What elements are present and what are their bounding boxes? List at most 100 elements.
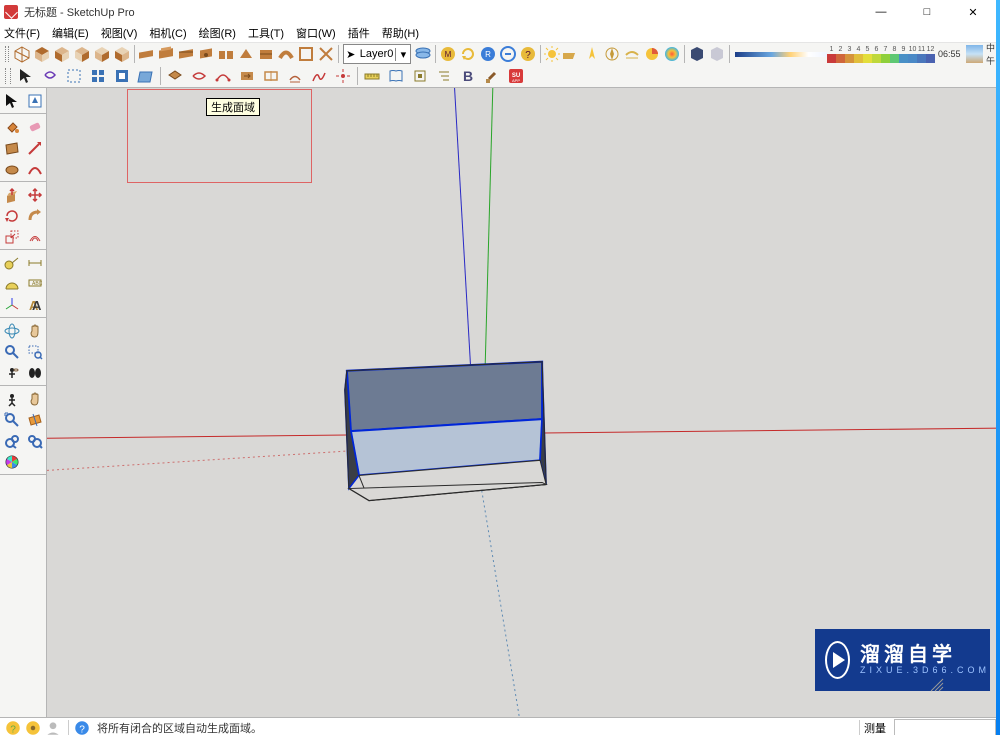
- menu-window[interactable]: 窗口(W): [296, 25, 336, 41]
- move-tool[interactable]: [24, 184, 45, 205]
- plugin-r[interactable]: R: [479, 44, 497, 64]
- color-wheel-tool[interactable]: [1, 451, 22, 472]
- plugin-b[interactable]: B: [457, 66, 479, 86]
- paint-bucket-tool[interactable]: [1, 116, 22, 137]
- month-swatch-11[interactable]: 11: [917, 45, 926, 63]
- reverse-face-icon[interactable]: [236, 66, 258, 86]
- explode-icon[interactable]: [332, 66, 354, 86]
- follow-me-tool[interactable]: [24, 205, 45, 226]
- iso-view-icon[interactable]: [13, 44, 31, 64]
- orient-face-icon[interactable]: [260, 66, 282, 86]
- layer-manager-icon[interactable]: [414, 44, 432, 64]
- month-swatch-3[interactable]: 3: [845, 45, 854, 63]
- plugin-tool-2[interactable]: [157, 44, 175, 64]
- circle-tool[interactable]: [1, 158, 22, 179]
- position-camera-tool[interactable]: [1, 388, 22, 409]
- plugin-tool-8[interactable]: [277, 44, 295, 64]
- sel-all-icon[interactable]: [87, 66, 109, 86]
- zoom-extents-tool[interactable]: [1, 409, 22, 430]
- plugin-tool-6[interactable]: [237, 44, 255, 64]
- help-icon[interactable]: ?: [4, 719, 22, 735]
- menu-tools[interactable]: 工具(T): [248, 25, 284, 41]
- intersect-icon[interactable]: [188, 66, 210, 86]
- plugin-link[interactable]: [499, 44, 517, 64]
- month-swatch-1[interactable]: 1: [827, 45, 836, 63]
- rectangle-tool[interactable]: [1, 137, 22, 158]
- top-view-icon[interactable]: [33, 44, 51, 64]
- offset-tool[interactable]: [24, 226, 45, 247]
- walk-tool[interactable]: [24, 362, 45, 383]
- pushpull-tool[interactable]: [1, 184, 22, 205]
- plugin-tool-1[interactable]: [137, 44, 155, 64]
- plugin-question[interactable]: ?: [519, 44, 537, 64]
- back-view-icon[interactable]: [93, 44, 111, 64]
- sel-invert-icon[interactable]: [111, 66, 133, 86]
- style-icon[interactable]: [643, 44, 661, 64]
- layer-combobox[interactable]: ➤ Layer0 ▾: [343, 44, 412, 64]
- axes-tool[interactable]: [1, 294, 22, 315]
- plugin-tool-10[interactable]: [317, 44, 335, 64]
- month-swatch-10[interactable]: 10: [908, 45, 917, 63]
- section-plane-tool[interactable]: [24, 409, 45, 430]
- plugin-tool-7[interactable]: [257, 44, 275, 64]
- cube-trans-icon[interactable]: [708, 44, 726, 64]
- maximize-button[interactable]: □: [904, 0, 950, 24]
- dimension-tool[interactable]: [24, 252, 45, 273]
- close-button[interactable]: ✕: [950, 0, 996, 24]
- month-swatch-6[interactable]: 6: [872, 45, 881, 63]
- month-swatch-2[interactable]: 2: [836, 45, 845, 63]
- grip-icon[interactable]: [5, 68, 11, 84]
- previous-view-tool[interactable]: [1, 430, 22, 451]
- plugin-tool-5[interactable]: [217, 44, 235, 64]
- month-palette[interactable]: 123456789101112: [827, 45, 935, 63]
- 3d-text-tool[interactable]: AA: [24, 294, 45, 315]
- render-icon[interactable]: [663, 44, 681, 64]
- measure-input[interactable]: [894, 719, 996, 735]
- tape-measure-tool[interactable]: [1, 252, 22, 273]
- rotate-tool[interactable]: [1, 205, 22, 226]
- month-swatch-4[interactable]: 4: [854, 45, 863, 63]
- eraser-tool[interactable]: [24, 116, 45, 137]
- orbit-tool[interactable]: [1, 320, 22, 341]
- menu-help[interactable]: 帮助(H): [382, 25, 419, 41]
- cube-dark-icon[interactable]: [688, 44, 706, 64]
- minimize-button[interactable]: —: [858, 0, 904, 24]
- geo-icon[interactable]: [24, 719, 42, 735]
- month-swatch-12[interactable]: 12: [926, 45, 935, 63]
- select-icon[interactable]: [15, 66, 37, 86]
- lasso-icon[interactable]: [39, 66, 61, 86]
- month-swatch-9[interactable]: 9: [899, 45, 908, 63]
- menu-file[interactable]: 文件(F): [4, 25, 40, 41]
- shadow-settings-icon[interactable]: [563, 44, 581, 64]
- outliner-icon[interactable]: [433, 66, 455, 86]
- text-tool[interactable]: ABC: [24, 273, 45, 294]
- fog-icon[interactable]: [623, 44, 641, 64]
- zoom-window-tool[interactable]: [24, 341, 45, 362]
- cleanup-icon[interactable]: [284, 66, 306, 86]
- pan-tool[interactable]: [24, 320, 45, 341]
- menu-edit[interactable]: 编辑(E): [52, 25, 89, 41]
- 3d-viewport[interactable]: 生成面域 溜溜自学 ZIXUE.3D66.COM: [47, 88, 1000, 717]
- menu-view[interactable]: 视图(V): [101, 25, 138, 41]
- sel-face-icon[interactable]: [135, 66, 157, 86]
- select-tool[interactable]: [1, 90, 22, 111]
- menu-draw[interactable]: 绘图(R): [199, 25, 236, 41]
- compass-icon[interactable]: [603, 44, 621, 64]
- menu-camera[interactable]: 相机(C): [149, 25, 186, 41]
- sun-icon[interactable]: [543, 44, 561, 64]
- scale-tool[interactable]: [1, 226, 22, 247]
- plugin-m[interactable]: M: [439, 44, 457, 64]
- sky-preview[interactable]: [966, 45, 983, 63]
- plugin-tool-9[interactable]: [297, 44, 315, 64]
- left-view-icon[interactable]: [113, 44, 131, 64]
- soften-icon[interactable]: [308, 66, 330, 86]
- plugin-tool-4[interactable]: [197, 44, 215, 64]
- north-icon[interactable]: [583, 44, 601, 64]
- sun-gradient-bar[interactable]: [735, 52, 827, 57]
- protractor-tool[interactable]: [1, 273, 22, 294]
- month-swatch-5[interactable]: 5: [863, 45, 872, 63]
- window-select-icon[interactable]: [63, 66, 85, 86]
- tape-icon[interactable]: [361, 66, 383, 86]
- front-view-icon[interactable]: [53, 44, 71, 64]
- resize-grip-icon[interactable]: [927, 675, 945, 693]
